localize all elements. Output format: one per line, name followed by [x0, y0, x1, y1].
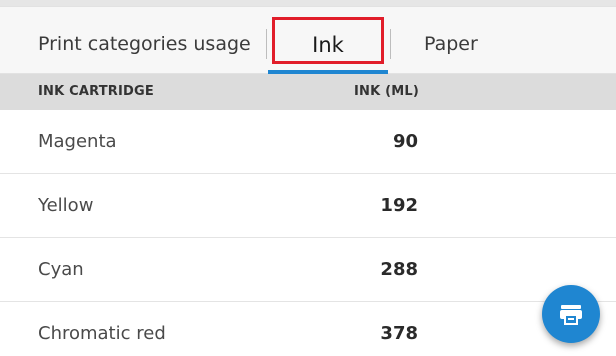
printer-icon — [560, 305, 582, 325]
ink-usage-screen: Print categories usage Ink Paper INK CAR… — [0, 0, 616, 356]
ink-amount: 90 — [392, 131, 418, 152]
tab-ink[interactable]: Ink — [272, 17, 384, 64]
cartridge-name: Yellow — [38, 195, 94, 216]
tab-divider — [390, 29, 391, 59]
cartridge-name: Magenta — [38, 131, 117, 152]
ink-amount: 378 — [380, 323, 418, 344]
ink-amount: 288 — [380, 259, 418, 280]
tab-paper[interactable]: Paper — [424, 7, 478, 73]
column-header-ink-cartridge: INK CARTRIDGE — [38, 84, 155, 99]
ink-amount: 192 — [380, 195, 418, 216]
tab-print-categories-usage[interactable]: Print categories usage — [38, 7, 251, 73]
table-row: Magenta 90 — [0, 110, 616, 174]
table-row: Cyan 288 — [0, 238, 616, 302]
tab-bar: Print categories usage Ink Paper — [0, 6, 616, 74]
column-header-ink-ml: INK (ML) — [354, 84, 420, 99]
table-row: Chromatic red 378 — [0, 302, 616, 356]
tab-divider — [266, 29, 267, 59]
cartridge-name: Chromatic red — [38, 323, 166, 344]
cartridge-name: Cyan — [38, 259, 84, 280]
table-header: INK CARTRIDGE INK (ML) — [0, 74, 616, 110]
table-row: Yellow 192 — [0, 174, 616, 238]
print-fab-button[interactable] — [542, 285, 600, 343]
